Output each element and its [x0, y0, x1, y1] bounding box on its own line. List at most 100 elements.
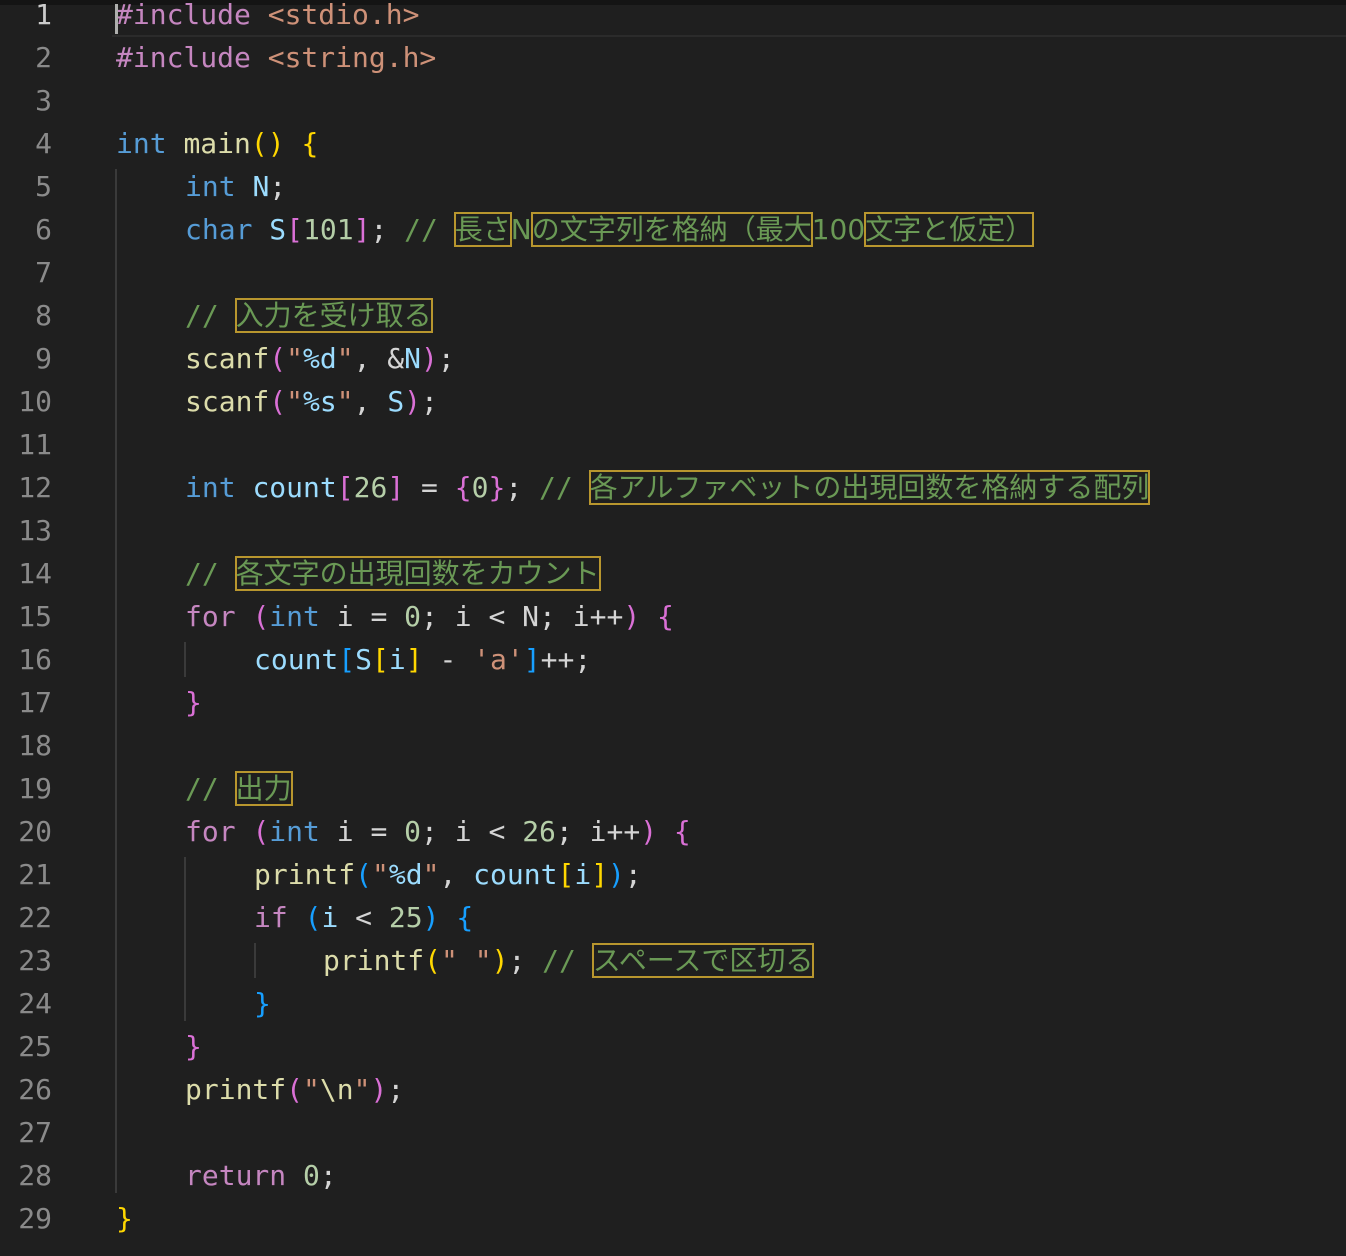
code-text[interactable]: printf(" "); // スペースで区切る	[323, 939, 815, 982]
highlighted-comment: 長さ	[453, 212, 512, 247]
code-token: i =	[319, 815, 405, 848]
code-line[interactable]: 6 char S[101]; // 長さNの文字列を格納（最大100文字と仮定）	[0, 208, 1346, 251]
code-text[interactable]: printf("\n");	[185, 1068, 404, 1111]
line-number: 6	[35, 213, 52, 246]
code-token: {	[456, 901, 474, 934]
comment-text: 100	[811, 213, 866, 246]
code-line[interactable]: 10 scanf("%s", S);	[0, 380, 1346, 423]
code-token: "	[336, 385, 354, 418]
code-token: //	[185, 299, 236, 332]
code-line[interactable]: 11	[0, 423, 1346, 466]
code-token: //	[404, 213, 455, 246]
line-number: 29	[18, 1202, 52, 1235]
code-line[interactable]: 20 for (int i = 0; i < 26; i++) {	[0, 810, 1346, 853]
code-token: 101	[303, 213, 354, 246]
code-line[interactable]: 22 if (i < 25) {	[0, 896, 1346, 939]
code-token: return	[185, 1159, 287, 1192]
code-token: //	[185, 772, 236, 805]
code-text[interactable]: char S[101]; // 長さNの文字列を格納（最大100文字と仮定）	[185, 208, 1035, 251]
code-line[interactable]: 3	[0, 79, 1346, 122]
code-token: #include	[116, 0, 251, 31]
code-token: \n	[319, 1073, 354, 1106]
code-token: ]	[353, 213, 371, 246]
code-line[interactable]: 1 #include <stdio.h>	[0, 0, 1346, 36]
code-token: //	[542, 944, 593, 977]
code-token: ;	[370, 213, 405, 246]
code-line[interactable]: 13	[0, 509, 1346, 552]
code-token: (	[286, 1073, 304, 1106]
code-token: ;	[508, 944, 543, 977]
code-token: ()	[250, 127, 285, 160]
code-text[interactable]: scanf("%s", S);	[185, 380, 438, 423]
code-line[interactable]: 14 // 各文字の出現回数をカウント	[0, 552, 1346, 595]
code-token: i =	[319, 600, 405, 633]
code-text[interactable]: if (i < 25) {	[254, 896, 473, 939]
code-token: #include	[116, 41, 251, 74]
code-line[interactable]: 15 for (int i = 0; i < N; i++) {	[0, 595, 1346, 638]
code-line[interactable]: 25}	[0, 1025, 1346, 1068]
code-token: int	[116, 127, 167, 160]
code-token: scanf	[185, 342, 270, 375]
code-text[interactable]: scanf("%d", &N);	[185, 337, 455, 380]
code-text[interactable]: #include <string.h>	[116, 36, 436, 79]
code-token: (	[304, 901, 322, 934]
code-text[interactable]: // 入力を受け取る	[185, 294, 433, 337]
code-line[interactable]: 5 int N;	[0, 165, 1346, 208]
code-token: count	[252, 471, 337, 504]
code-text[interactable]: }	[185, 1025, 202, 1068]
code-line[interactable]: 16 count[S[i] - 'a']++;	[0, 638, 1346, 681]
code-token: int	[269, 600, 320, 633]
code-line[interactable]: 21 printf("%d", count[i]);	[0, 853, 1346, 896]
code-token: }	[488, 471, 506, 504]
code-line[interactable]: 29}	[0, 1197, 1346, 1240]
code-text[interactable]: // 各文字の出現回数をカウント	[185, 552, 601, 595]
code-line[interactable]: 28 return 0;	[0, 1154, 1346, 1197]
code-editor[interactable]: 1 #include <stdio.h> 2 #include <string.h> 3…	[0, 0, 1346, 1256]
code-token: )	[640, 815, 658, 848]
code-text[interactable]: return 0;	[185, 1154, 337, 1197]
code-line[interactable]: 27	[0, 1111, 1346, 1154]
line-number: 15	[18, 600, 52, 633]
code-line[interactable]: 24}	[0, 982, 1346, 1025]
code-line[interactable]: 2 #include <string.h>	[0, 36, 1346, 79]
code-text[interactable]: count[S[i] - 'a']++;	[254, 638, 591, 681]
code-text[interactable]: for (int i = 0; i < N; i++) {	[185, 595, 674, 638]
highlighted-comment: スペースで区切る	[591, 943, 815, 978]
code-token: 0	[404, 815, 422, 848]
code-text[interactable]: int N;	[185, 165, 286, 208]
code-text[interactable]: }	[254, 982, 271, 1025]
code-text[interactable]: int main() {	[116, 122, 318, 165]
code-token: (	[252, 600, 270, 633]
line-number: 23	[18, 944, 52, 977]
code-text[interactable]: #include <stdio.h>	[116, 0, 419, 36]
code-text[interactable]: printf("%d", count[i]);	[254, 853, 642, 896]
code-token: ]	[523, 643, 541, 676]
code-line[interactable]: 4 int main() {	[0, 122, 1346, 165]
code-text[interactable]: }	[185, 681, 202, 724]
code-line[interactable]: 18	[0, 724, 1346, 767]
code-line[interactable]: 19 // 出力	[0, 767, 1346, 810]
code-line[interactable]: 12 int count[26] = {0}; // 各アルファベットの出現回数を…	[0, 466, 1346, 509]
code-line[interactable]: 8 // 入力を受け取る	[0, 294, 1346, 337]
code-line[interactable]: 26 printf("\n");	[0, 1068, 1346, 1111]
code-line[interactable]: 17}	[0, 681, 1346, 724]
code-token: int	[185, 170, 236, 203]
code-token: ]	[387, 471, 405, 504]
code-text[interactable]: // 出力	[185, 767, 293, 810]
code-token: ;	[387, 1073, 405, 1106]
code-line[interactable]: 9 scanf("%d", &N);	[0, 337, 1346, 380]
code-line[interactable]: 23 printf(" "); // スペースで区切る	[0, 939, 1346, 982]
code-token: 26	[353, 471, 388, 504]
code-line[interactable]: 7	[0, 251, 1346, 294]
code-text[interactable]: int count[26] = {0}; // 各アルファベットの出現回数を格納…	[185, 466, 1151, 509]
code-text[interactable]: for (int i = 0; i < 26; i++) {	[185, 810, 691, 853]
code-token: "	[422, 858, 440, 891]
code-text[interactable]: }	[116, 1197, 133, 1240]
code-token: 26	[522, 815, 556, 848]
code-token: ;	[421, 385, 438, 418]
line-number: 11	[18, 428, 52, 461]
code-token: }	[254, 987, 271, 1020]
